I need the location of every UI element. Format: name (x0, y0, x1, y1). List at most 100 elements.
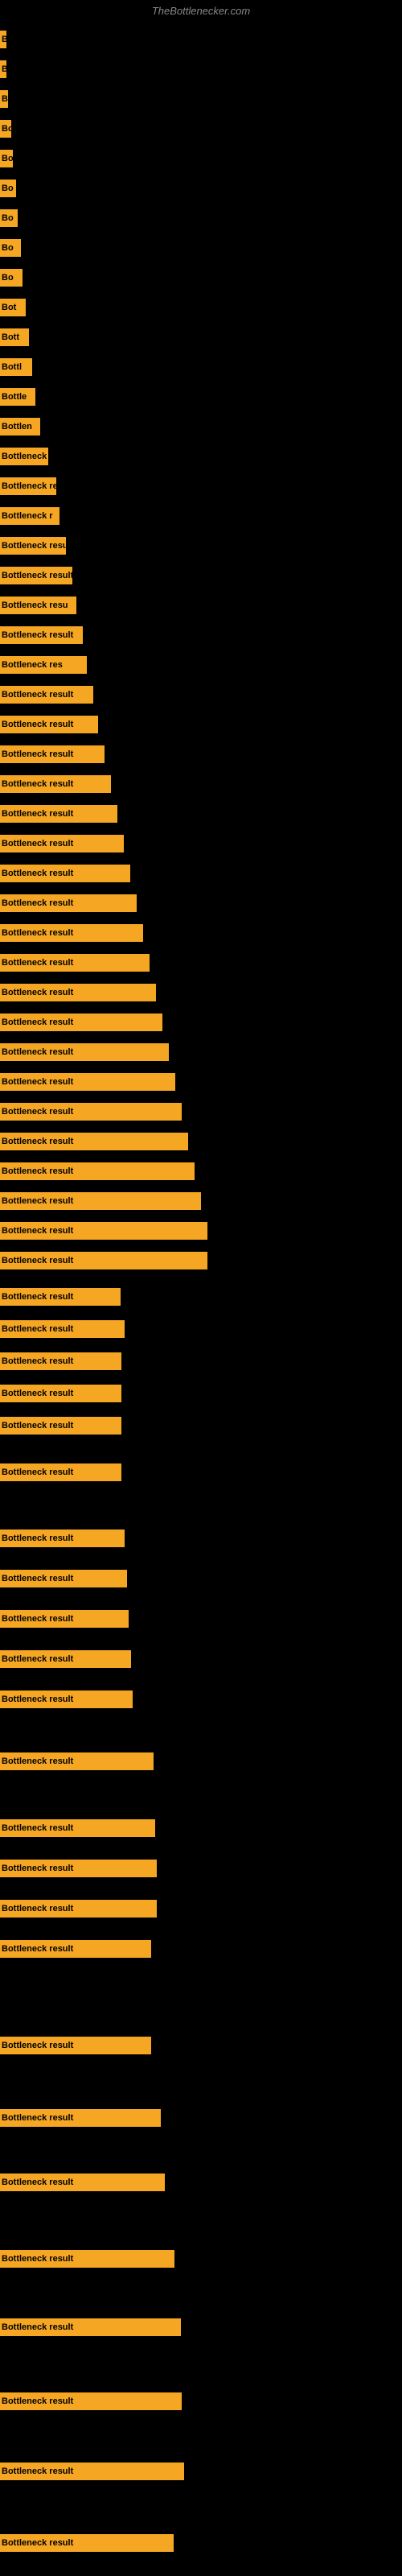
bar-label: Bottleneck result (0, 1352, 121, 1370)
bar-item: Bot (0, 299, 26, 316)
bar-label: Bottleneck result (0, 2250, 174, 2268)
bar-item: Bo (0, 239, 21, 257)
bar-label: Bottleneck result (0, 1288, 121, 1306)
bar-label: Bottle (0, 388, 35, 406)
bar-item: Bottleneck result (0, 2109, 161, 2127)
bar-label: Bottleneck (0, 448, 48, 465)
bar-label: Bottleneck result (0, 1162, 195, 1180)
bar-label: Bottleneck result (0, 1860, 157, 1877)
bar-label: Bottleneck res (0, 477, 56, 495)
bar-label: Bottleneck result (0, 1530, 125, 1547)
bar-item: Bottleneck result (0, 1043, 169, 1061)
bar-label: Bottleneck result (0, 924, 143, 942)
bar-label: Bot (0, 299, 26, 316)
bar-item: Bottleneck res (0, 477, 56, 495)
bar-item: Bottleneck result (0, 1650, 131, 1668)
bar-label: B (0, 90, 8, 108)
bar-item: Bottleneck result (0, 894, 137, 912)
bar-label: Bo (0, 150, 13, 167)
bar-label: Bottleneck result (0, 984, 156, 1001)
bar-label: Bottleneck result (0, 567, 72, 584)
bar-label: Bottleneck result (0, 835, 124, 852)
bar-item: Bottleneck result (0, 1900, 157, 1918)
bar-label: Bottleneck res (0, 656, 87, 674)
bar-label: Bottleneck result (0, 1103, 182, 1121)
bar-label: Bottleneck result (0, 1610, 129, 1628)
bar-item: Bottleneck result (0, 1133, 188, 1150)
bar-label: Bottleneck result (0, 865, 130, 882)
bar-item: Bo (0, 180, 16, 197)
bar-item: B (0, 31, 6, 48)
bar-item: Bottleneck result (0, 1352, 121, 1370)
bar-label: Bottleneck result (0, 2037, 151, 2054)
bar-item: Bottleneck result (0, 1690, 133, 1708)
bar-item: Bo (0, 120, 11, 138)
bar-label: Bottleneck result (0, 1013, 162, 1031)
bar-label: Bottleneck result (0, 1650, 131, 1668)
bar-item: Bottleneck result (0, 1103, 182, 1121)
site-title: TheBottlenecker.com (0, 5, 402, 17)
bar-item: Bottleneck result (0, 537, 66, 555)
bar-label: Bottleneck result (0, 1043, 169, 1061)
bar-item: Bottleneck result (0, 1385, 121, 1402)
bar-label: B (0, 60, 6, 78)
bar-item: Bottleneck result (0, 1463, 121, 1481)
bar-item: Bottlen (0, 418, 40, 436)
bar-item: Bottleneck result (0, 686, 93, 704)
bar-item: Bottleneck result (0, 1320, 125, 1338)
bar-item: Bottleneck result (0, 2462, 184, 2480)
bar-label: Bottleneck result (0, 1385, 121, 1402)
bar-item: Bottleneck result (0, 1192, 201, 1210)
bar-label: Bottleneck result (0, 2318, 181, 2336)
bar-label: Bottleneck result (0, 1463, 121, 1481)
bar-label: Bottleneck result (0, 1570, 127, 1587)
bar-item: Bottleneck result (0, 2174, 165, 2191)
bar-item: Bottle (0, 388, 35, 406)
bar-item: Bottleneck result (0, 1530, 125, 1547)
bar-label: Bottlen (0, 418, 40, 436)
bar-label: Bo (0, 209, 18, 227)
bar-label: Bo (0, 120, 11, 138)
bar-label: Bottleneck result (0, 2109, 161, 2127)
bar-item: Bottleneck result (0, 1073, 175, 1091)
bar-item: Bo (0, 269, 23, 287)
bar-label: Bottleneck result (0, 1690, 133, 1708)
bar-item: Bottleneck (0, 448, 48, 465)
bar-label: Bottleneck result (0, 894, 137, 912)
bar-label: Bottleneck result (0, 1222, 207, 1240)
bar-label: Bottleneck result (0, 2534, 174, 2552)
bar-item: Bottleneck result (0, 1417, 121, 1435)
bar-item: Bottleneck result (0, 1162, 195, 1180)
bar-label: Bottleneck result (0, 1900, 157, 1918)
bar-item: Bottleneck result (0, 1570, 127, 1587)
bar-label: Bottleneck result (0, 805, 117, 823)
bar-item: Bottleneck result (0, 924, 143, 942)
bar-item: Bottleneck result (0, 865, 130, 882)
bar-item: Bott (0, 328, 29, 346)
bar-label: Bottleneck result (0, 775, 111, 793)
bar-label: Bottleneck result (0, 537, 66, 555)
bar-item: Bottleneck result (0, 775, 111, 793)
bar-label: Bo (0, 269, 23, 287)
bar-label: Bottleneck result (0, 1133, 188, 1150)
bar-label: Bottleneck result (0, 1417, 121, 1435)
bar-item: Bottl (0, 358, 32, 376)
bar-label: Bottleneck result (0, 954, 150, 972)
bar-label: Bottl (0, 358, 32, 376)
bar-item: Bottleneck result (0, 805, 117, 823)
bar-label: Bo (0, 239, 21, 257)
bar-label: Bottleneck result (0, 716, 98, 733)
bar-item: Bottleneck result (0, 1610, 129, 1628)
bar-label: Bottleneck result (0, 2392, 182, 2410)
bar-label: Bottleneck result (0, 2462, 184, 2480)
bar-label: Bottleneck result (0, 1073, 175, 1091)
bar-label: Bottleneck result (0, 1940, 151, 1958)
bar-label: Bo (0, 180, 16, 197)
bar-item: Bottleneck result (0, 984, 156, 1001)
bar-item: Bottleneck result (0, 716, 98, 733)
bar-label: Bottleneck result (0, 2174, 165, 2191)
bar-item: Bottleneck result (0, 1288, 121, 1306)
bar-item: Bottleneck result (0, 1752, 154, 1770)
bar-item: Bo (0, 150, 13, 167)
bar-label: Bottleneck result (0, 745, 105, 763)
